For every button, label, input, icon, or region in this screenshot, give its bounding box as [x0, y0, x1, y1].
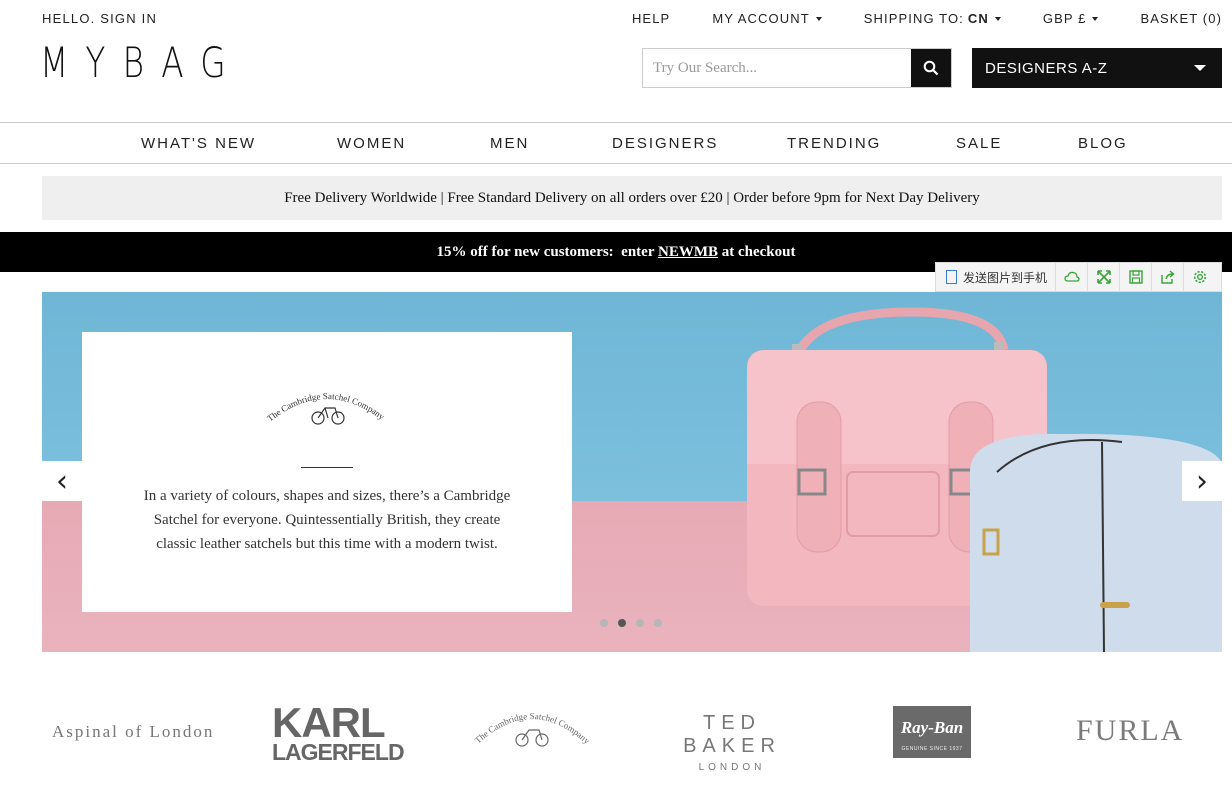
cambridge-brand-text: The Cambridge Satchel Company: [473, 711, 592, 746]
promo-text-after: at checkout: [717, 243, 796, 260]
nav-whats-new[interactable]: WHAT'S NEW: [141, 135, 256, 152]
cambridge-satchel-logo: The Cambridge Satchel Company: [265, 391, 387, 425]
top-utility-nav: HELP MY ACCOUNT SHIPPING TO: CN GBP £ BAS…: [590, 11, 1222, 26]
furla-logo[interactable]: FURLA: [1076, 714, 1184, 748]
brand-logo-row: Aspinal of London KARL LAGERFELD The Cam…: [0, 690, 1232, 780]
nav-women[interactable]: WOMEN: [337, 135, 406, 152]
carousel-dot[interactable]: [636, 619, 644, 627]
nav-designers[interactable]: DESIGNERS: [612, 135, 718, 152]
rayban-sub-text: GENUINE SINCE 1937: [901, 746, 963, 752]
sign-in-link[interactable]: HELLO. SIGN IN: [42, 11, 157, 26]
caret-down-icon: [1194, 65, 1206, 71]
carousel-next-button[interactable]: ›: [1182, 461, 1222, 501]
my-account-menu[interactable]: MY ACCOUNT: [712, 11, 822, 26]
cambridge-satchel-brand-logo[interactable]: The Cambridge Satchel Company: [472, 700, 592, 760]
designers-dropdown[interactable]: DESIGNERS A-Z: [972, 48, 1222, 88]
settings-button[interactable]: [1184, 263, 1216, 291]
cambridge-logo-text: The Cambridge Satchel Company: [265, 391, 387, 424]
nav-trending[interactable]: TRENDING: [787, 135, 881, 152]
karl-logo-line1: KARL: [272, 699, 386, 746]
main-nav: WHAT'S NEW WOMEN MEN DESIGNERS TRENDING …: [0, 122, 1232, 164]
expand-icon: [1096, 270, 1111, 284]
search-icon: [923, 60, 939, 76]
ted-baker-logo[interactable]: TED BAKER LONDON: [664, 712, 800, 773]
shipping-menu[interactable]: SHIPPING TO: CN: [864, 11, 1001, 26]
karl-logo-line2: LAGERFELD: [272, 738, 405, 765]
nav-men[interactable]: MEN: [490, 135, 529, 152]
site-logo[interactable]: MYBAG: [40, 38, 243, 87]
share-button[interactable]: [1152, 263, 1185, 291]
hero-carousel: The Cambridge Satchel Company In a varie…: [42, 292, 1222, 652]
screenshot-toolbar: 发送图片到手机: [935, 262, 1222, 292]
rayban-logo-text: Ray-Ban: [900, 718, 964, 737]
settings-icon: [1193, 270, 1207, 284]
search-input[interactable]: [643, 49, 911, 87]
save-button[interactable]: [1120, 263, 1153, 291]
shipping-label: SHIPPING TO:: [863, 11, 964, 26]
shipping-country: CN: [967, 11, 989, 26]
aspinal-logo[interactable]: Aspinal of London: [52, 722, 214, 742]
nav-sale[interactable]: SALE: [956, 135, 1002, 152]
delivery-banner: Free Delivery Worldwide | Free Standard …: [42, 176, 1222, 220]
currency-label: GBP £: [1042, 11, 1087, 26]
carousel-dot[interactable]: [600, 619, 608, 627]
search-box: [642, 48, 952, 88]
caret-down-icon: [994, 16, 1001, 21]
basket-link[interactable]: BASKET (0): [1140, 11, 1222, 26]
caret-down-icon: [815, 16, 822, 21]
caret-down-icon: [1092, 16, 1099, 21]
basket-label: BASKET (0): [1140, 11, 1222, 26]
rayban-logo[interactable]: Ray-Ban GENUINE SINCE 1937: [893, 706, 971, 758]
hero-text-card: The Cambridge Satchel Company In a varie…: [82, 332, 572, 612]
share-icon: [1160, 270, 1175, 284]
carousel-dot[interactable]: [654, 619, 662, 627]
carousel-dot-active[interactable]: [618, 619, 626, 627]
chevron-left-icon: ‹: [56, 463, 68, 499]
ted-baker-line2: LONDON: [698, 762, 766, 773]
svg-text:The Cambridge Satchel Company: The Cambridge Satchel Company: [473, 711, 592, 746]
currency-menu[interactable]: GBP £: [1043, 11, 1099, 26]
divider: [301, 467, 353, 468]
help-label: HELP: [631, 11, 671, 26]
send-to-phone-label: 发送图片到手机: [963, 270, 1048, 285]
my-account-label: MY ACCOUNT: [712, 11, 810, 26]
chevron-right-icon: ›: [1196, 463, 1208, 499]
phone-icon: [946, 270, 957, 284]
help-link[interactable]: HELP: [632, 11, 670, 26]
cloud-button[interactable]: [1056, 263, 1089, 291]
svg-text:The Cambridge Satchel Company: The Cambridge Satchel Company: [265, 391, 387, 424]
cloud-icon: [1063, 271, 1080, 282]
nav-blog[interactable]: BLOG: [1078, 135, 1128, 152]
promo-code[interactable]: NEWMB: [658, 244, 718, 261]
promo-text-before: 15% off for new customers: enter: [436, 243, 658, 260]
karl-lagerfeld-logo[interactable]: KARL LAGERFELD: [272, 699, 405, 765]
carousel-prev-button[interactable]: ‹: [42, 461, 82, 501]
ted-baker-line1: TED BAKER: [683, 712, 781, 757]
designers-dropdown-label: DESIGNERS A-Z: [985, 59, 1108, 77]
search-button[interactable]: [911, 49, 951, 87]
carousel-dots: [600, 619, 662, 627]
hero-description: In a variety of colours, shapes and size…: [143, 488, 511, 552]
expand-button[interactable]: [1088, 263, 1121, 291]
save-icon: [1128, 270, 1143, 284]
send-to-phone-button[interactable]: 发送图片到手机: [936, 263, 1057, 291]
